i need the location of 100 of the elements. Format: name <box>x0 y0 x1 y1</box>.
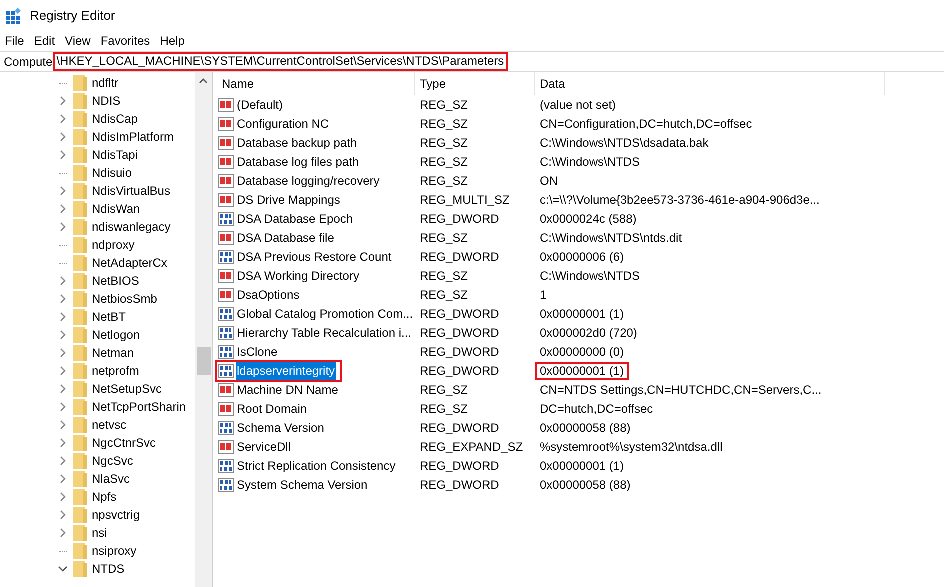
expand-chevron-icon[interactable] <box>59 528 67 538</box>
tree-item[interactable]: NdisVirtualBus <box>92 182 170 200</box>
tree-item[interactable]: Npfs <box>92 488 117 506</box>
value-name[interactable]: Strict Replication Consistency <box>236 456 397 474</box>
expand-chevron-icon[interactable] <box>59 438 67 448</box>
tree-item[interactable]: npsvctrig <box>92 506 140 524</box>
value-data: c:\=\\?\Volume{3b2ee573-3736-461e-a904-906d3e... <box>540 192 820 206</box>
menu-item[interactable]: View <box>60 32 96 50</box>
tree-item[interactable]: NdisImPlatform <box>92 128 174 146</box>
value-name[interactable]: System Schema Version <box>236 476 369 494</box>
tree-item[interactable]: NgcCtnrSvc <box>92 434 156 452</box>
binary-value-icon <box>218 212 234 226</box>
expand-chevron-icon[interactable] <box>59 312 67 322</box>
expand-chevron-icon[interactable] <box>59 402 67 412</box>
expand-chevron-icon[interactable] <box>59 420 67 430</box>
tree-item[interactable]: nsiproxy <box>92 542 137 560</box>
tree-item[interactable]: NetbiosSmb <box>92 290 158 308</box>
expand-chevron-icon[interactable] <box>59 330 67 340</box>
expand-chevron-icon[interactable] <box>59 114 67 124</box>
value-name[interactable]: IsClone <box>236 342 279 360</box>
value-type: REG_SZ <box>419 154 470 170</box>
folder-icon <box>73 219 87 235</box>
value-name[interactable]: DS Drive Mappings <box>236 190 342 208</box>
expand-chevron-icon[interactable] <box>59 366 67 376</box>
tree-item[interactable]: NdisCap <box>92 110 138 128</box>
address-bar[interactable]: Compute \HKEY_LOCAL_MACHINE\SYSTEM\CurrentControlSet\Services\NTDS\Parameters <box>0 51 944 72</box>
collapse-chevron-icon[interactable] <box>58 565 68 573</box>
tree-item[interactable]: NetSetupSvc <box>92 380 162 398</box>
tree-item[interactable]: NetAdapterCx <box>92 254 168 272</box>
value-name[interactable]: DsaOptions <box>236 286 301 304</box>
tree-item[interactable]: Ndisuio <box>92 164 132 182</box>
value-name[interactable]: DSA Database Epoch <box>236 210 354 228</box>
menu-item[interactable]: Help <box>155 32 190 50</box>
tree-item[interactable]: NDIS <box>92 92 121 110</box>
expand-chevron-icon[interactable] <box>59 276 67 286</box>
folder-icon <box>73 471 87 487</box>
expand-chevron-icon[interactable] <box>59 456 67 466</box>
tree-item[interactable]: nsi <box>92 524 108 542</box>
tree-item[interactable]: NetBT <box>92 308 126 326</box>
tree-item[interactable]: ndiswanlegacy <box>92 218 171 236</box>
expand-chevron-icon[interactable] <box>59 384 67 394</box>
expand-chevron-icon[interactable] <box>59 294 67 304</box>
tree-item[interactable]: Netlogon <box>92 326 140 344</box>
tree-item[interactable]: netvsc <box>92 416 127 434</box>
tree-item[interactable]: netprofm <box>92 362 140 380</box>
value-name[interactable]: Configuration NC <box>236 114 330 132</box>
tree-item[interactable]: Netman <box>92 344 134 362</box>
expand-chevron-icon[interactable] <box>59 492 67 502</box>
expand-chevron-icon[interactable] <box>59 150 67 160</box>
binary-value-icon <box>218 344 234 358</box>
value-name[interactable]: Global Catalog Promotion Com... <box>236 304 414 322</box>
string-value-icon <box>218 192 234 206</box>
column-header[interactable]: Type <box>415 72 535 95</box>
value-name[interactable]: DSA Working Directory <box>236 266 360 284</box>
scroll-up-icon[interactable] <box>199 78 208 85</box>
scroll-thumb[interactable] <box>196 347 210 375</box>
value-name[interactable]: Schema Version <box>236 418 326 436</box>
expand-chevron-icon[interactable] <box>59 474 67 484</box>
value-name[interactable]: ldapserverintegrity <box>236 362 336 380</box>
tree-item[interactable]: NlaSvc <box>92 470 130 488</box>
expand-chevron-icon[interactable] <box>59 204 67 214</box>
value-name[interactable]: DSA Database file <box>236 228 336 246</box>
value-name[interactable]: DSA Previous Restore Count <box>236 248 393 266</box>
tree-item[interactable]: NTDS <box>92 560 125 578</box>
column-header[interactable]: Name <box>217 72 415 95</box>
expand-chevron-icon[interactable] <box>59 348 67 358</box>
folder-icon <box>73 183 87 199</box>
expand-chevron-icon[interactable] <box>59 96 67 106</box>
column-header[interactable]: Data <box>535 72 885 95</box>
value-data: 1 <box>540 288 547 302</box>
string-value-icon <box>218 268 234 282</box>
folder-icon <box>73 345 87 361</box>
value-name[interactable]: Hierarchy Table Recalculation i... <box>236 324 413 342</box>
window-title: Registry Editor <box>30 6 116 25</box>
folder-icon <box>73 255 87 271</box>
tree-item[interactable]: ndproxy <box>92 236 135 254</box>
value-type: REG_SZ <box>419 400 470 418</box>
menu-item[interactable]: File <box>0 32 30 50</box>
tree-item[interactable]: NdisTapi <box>92 146 138 164</box>
expand-chevron-icon[interactable] <box>59 222 67 232</box>
menu-item[interactable]: Favorites <box>96 32 156 50</box>
expand-chevron-icon[interactable] <box>59 186 67 196</box>
value-name[interactable]: Database log files path <box>236 152 360 170</box>
tree-item[interactable]: NetTcpPortSharin <box>92 398 186 416</box>
folder-icon <box>73 435 87 451</box>
tree-item[interactable]: ndfltr <box>92 74 119 92</box>
expand-chevron-icon[interactable] <box>59 510 67 520</box>
tree-item[interactable]: NdisWan <box>92 200 140 218</box>
value-name[interactable]: Machine DN Name <box>236 380 340 398</box>
expand-chevron-icon[interactable] <box>59 132 67 142</box>
value-name[interactable]: ServiceDll <box>236 438 292 456</box>
tree-item[interactable]: NgcSvc <box>92 452 134 470</box>
tree-item[interactable]: NetBIOS <box>92 272 140 290</box>
value-name[interactable]: (Default) <box>236 96 284 114</box>
value-name[interactable]: Database backup path <box>236 134 358 152</box>
value-name[interactable]: Database logging/recovery <box>236 172 381 190</box>
address-path: \HKEY_LOCAL_MACHINE\SYSTEM\CurrentControlSet\Services\NTDS\Parameters <box>52 52 508 71</box>
value-name[interactable]: Root Domain <box>236 400 308 418</box>
menu-item[interactable]: Edit <box>29 32 60 50</box>
scrollbar[interactable] <box>195 72 212 587</box>
